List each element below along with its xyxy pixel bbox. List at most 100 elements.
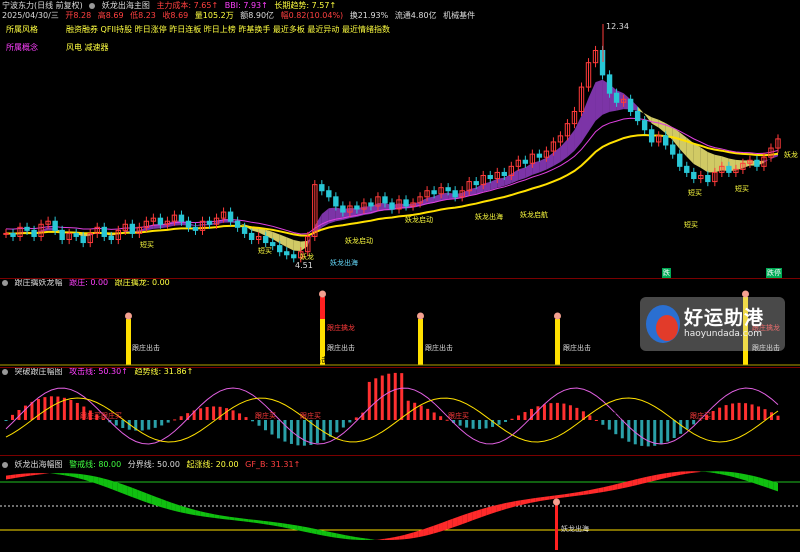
signal-label: 妖龙出海 [475,213,503,221]
candle-body [648,129,655,143]
dragon-band [540,496,545,502]
candle-body [340,205,346,213]
candle-body [663,135,669,146]
dragon-band [763,478,769,489]
dragon-band [273,521,278,527]
candle-body [248,232,255,241]
candle-body [754,159,760,167]
dragon-band [510,501,516,508]
histogram-bar [568,405,572,420]
trend-ribbon [293,239,301,252]
histogram-bar [36,399,40,420]
buy-label: 跟庄买 [604,412,625,420]
histogram-bar [776,415,780,420]
signal-orb [554,312,561,320]
histogram-bar [244,417,248,420]
dragon-band [258,520,264,524]
signal-bar [555,319,560,365]
histogram-bar [594,419,598,421]
dragon-band [612,483,618,491]
trend-ribbon [707,152,715,173]
candle-body [31,229,37,237]
dragon-band [476,508,482,519]
dragon-band [472,510,477,521]
breakout-pane[interactable]: 突破跟庄幅图 攻击线: 50.30↑ 趋势线: 31.86↑ 跟庄买 跟庄买 跟… [0,368,800,455]
dragon-band [277,522,283,528]
dragon-band [506,501,511,509]
candle-body [234,220,241,228]
dragon-band [287,523,293,530]
trend-ribbon [693,143,701,168]
histogram-bar [374,378,378,420]
dragon-band [205,512,210,518]
dragon-band [6,474,11,480]
candle-body [670,144,676,155]
dragon-band [758,477,764,487]
trend-ribbon [195,224,203,227]
dragon-band [360,537,366,541]
follow-label: 跟庄出击 [300,356,328,364]
candle-body [445,187,451,192]
dragon-band [15,473,21,478]
dragon-band [637,477,643,485]
dragon-band [515,500,521,507]
dragon-band [535,497,541,502]
dragon-band [302,526,308,533]
dragon-band [433,524,439,534]
dragon-band [69,473,74,478]
dragon-band [710,471,715,474]
buy-label: 跟庄买 [448,412,469,420]
follow-label: 跟庄出击 [425,344,453,352]
histogram-bar [419,405,423,420]
dragon-band [438,522,443,533]
histogram-bar [173,419,177,421]
candle-body [80,235,86,244]
dragon-band [365,538,371,541]
candle-body [627,98,634,112]
histogram-bar [439,416,443,420]
histogram-bar [4,420,8,421]
trend-ribbon [567,129,575,157]
dragon-band [122,484,128,496]
buy-label: 跟庄买 [690,412,711,420]
candle-body [241,226,248,234]
dragon-band [209,513,215,519]
watermark: 好运助港 haoyundada.com [640,297,785,351]
buy-label: 跟庄买 [80,412,101,420]
histogram-bar [575,407,579,420]
trend-ribbon [321,208,329,228]
buy-label: 跟庄买 [101,412,122,420]
histogram-bar [711,411,715,420]
follow-label: 跟庄出击 [132,344,160,352]
trend-ribbon [658,119,666,134]
dragon-sea-label: 妖龙出海 [561,525,589,533]
dragon-band [112,481,118,492]
dragon-band [282,523,288,529]
signal-label: 妖龙启动 [345,237,373,245]
dragon-band [190,508,196,516]
dragon-band [632,479,638,487]
main-chart-pane[interactable]: 宁波东力(日线 前复权) 妖龙出海主图 主力成本: 7.65↑ BBI: 7.9… [0,0,800,278]
dragon-band [73,473,79,479]
histogram-bar [322,420,326,441]
histogram-bar [523,412,527,420]
dragon-band [78,473,84,480]
histogram-bar [251,420,255,422]
dragon-band [44,473,50,474]
histogram-bar [471,420,475,429]
dragon-band [578,491,584,496]
histogram-bar [179,416,183,420]
histogram-bar [43,397,47,420]
dragon-sea-pane[interactable]: 妖龙出海幅图 警戒线: 80.00 分界线: 50.00 起涨线: 20.00 … [0,456,800,552]
histogram-bar [646,420,650,447]
dragon-band [35,473,40,475]
candle-body [101,226,107,237]
dragon-band [603,486,609,492]
candlestick-chart[interactable] [0,0,800,278]
trend-ribbon [497,177,505,188]
signal-orb [417,312,424,320]
candle-body [73,232,79,237]
dragon-band [452,517,458,528]
histogram-bar [465,420,469,428]
dragon-band [564,493,570,498]
